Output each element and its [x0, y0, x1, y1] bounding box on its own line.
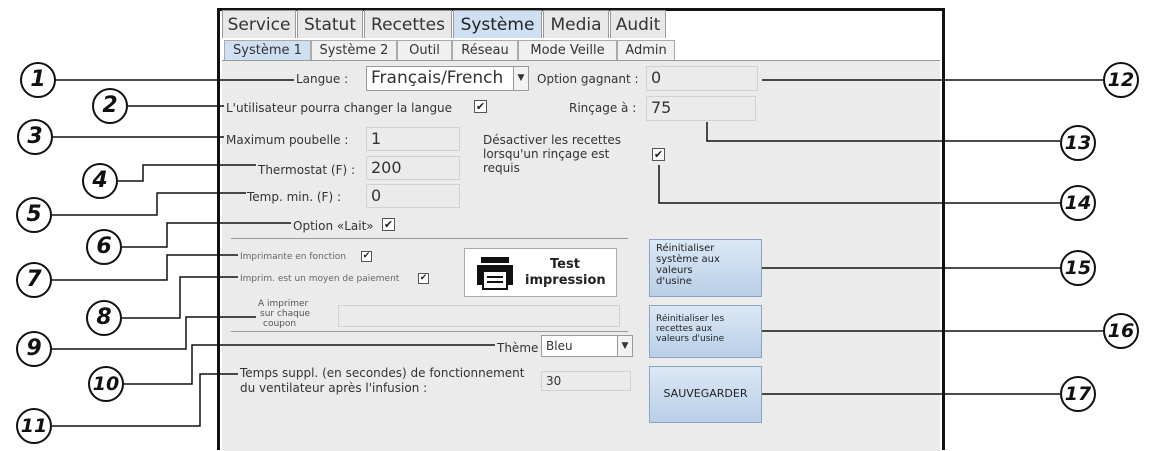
callout-8: 8	[86, 300, 122, 336]
callout-3: 3	[17, 119, 53, 155]
callout-16: 16	[1103, 313, 1139, 349]
callout-12: 12	[1103, 62, 1139, 98]
callout-10: 10	[88, 366, 124, 402]
callout-15: 15	[1060, 250, 1096, 286]
callout-leader-lines	[52, 79, 1103, 427]
callout-11: 11	[16, 408, 52, 444]
callout-4: 4	[82, 163, 118, 199]
callout-1: 1	[20, 62, 56, 98]
callout-17: 17	[1060, 376, 1096, 412]
callout-5: 5	[16, 197, 52, 233]
callout-6: 6	[86, 229, 122, 265]
callout-13: 13	[1060, 125, 1096, 161]
callout-14: 14	[1060, 185, 1096, 221]
callout-9: 9	[16, 331, 52, 367]
callout-7: 7	[16, 262, 52, 298]
callout-2: 2	[92, 88, 128, 124]
